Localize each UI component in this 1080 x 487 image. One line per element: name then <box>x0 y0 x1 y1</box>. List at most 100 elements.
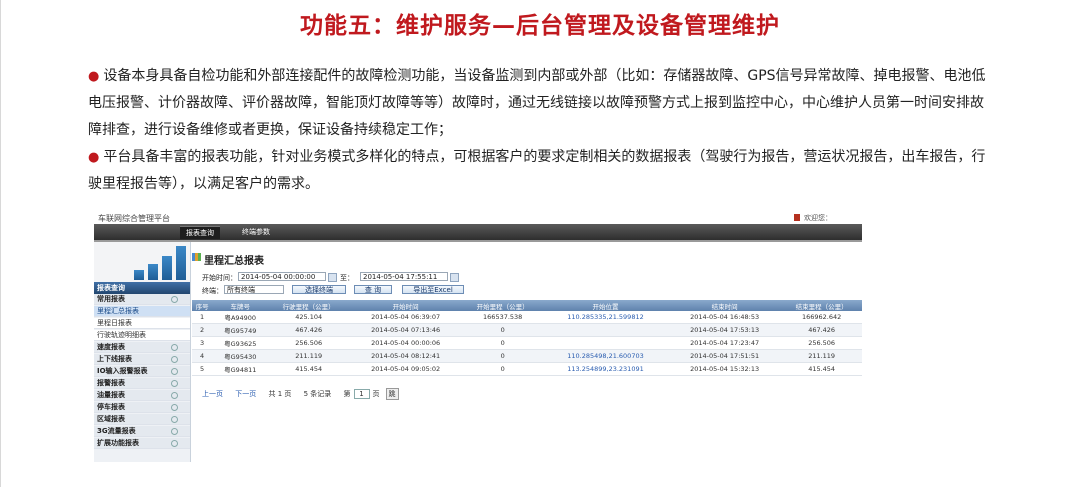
table-cell: 256.506 <box>781 336 862 350</box>
table-cell[interactable] <box>543 323 668 337</box>
go-page-button[interactable]: 跳 <box>385 388 399 400</box>
sidebar-item[interactable]: 3G流量报表 <box>94 426 190 437</box>
column-header: 序号 <box>192 300 213 311</box>
table-row[interactable]: 3 粤G93625 256.506 2014-05-04 00:00:06 0 2014-… <box>192 336 862 350</box>
banner-bar <box>162 256 172 280</box>
table-cell: 2014-05-04 09:05:02 <box>349 362 463 376</box>
column-header: 开始里程（公里） <box>462 300 544 311</box>
expand-icon[interactable] <box>171 296 178 303</box>
sidebar-item[interactable]: 区域报表 <box>94 414 190 425</box>
table-cell: 2014-05-04 00:00:06 <box>349 336 463 350</box>
table-cell: 256.506 <box>268 336 350 350</box>
expand-icon[interactable] <box>171 404 178 411</box>
expand-icon[interactable] <box>171 428 178 435</box>
mileage-table: 序号 车牌号 行驶里程（公里） 开始时间 开始里程（公里） 开始位置 结束时间 结束里程（公里… <box>192 300 862 376</box>
sidebar-item[interactable]: 速度报表 <box>94 342 190 353</box>
table-cell: 425.104 <box>268 311 350 324</box>
table-row[interactable]: 1 粤A94900 425.104 2014-05-04 06:39:07 166537… <box>192 311 862 324</box>
bullet-dot-icon: ● <box>88 69 100 84</box>
table-cell: 2014-05-04 07:13:46 <box>349 323 463 337</box>
page-number-input[interactable]: 1 <box>353 389 370 399</box>
banner-bar <box>134 270 144 280</box>
table-cell[interactable] <box>543 336 668 350</box>
column-header: 开始时间 <box>349 300 463 311</box>
expand-icon[interactable] <box>171 440 178 447</box>
sidebar-item[interactable]: IO输入报警报表 <box>94 366 190 377</box>
table-row[interactable]: 4 粤G95430 211.119 2014-05-04 08:12:41 0 110.2… <box>192 349 862 363</box>
select-terminal-button[interactable]: 选择终端 <box>292 285 346 294</box>
expand-icon[interactable] <box>171 416 178 423</box>
total-pages: 共 1 页 <box>268 390 292 398</box>
sidebar-item[interactable]: 里程日报表 <box>94 318 190 329</box>
table-cell: 211.119 <box>268 349 350 363</box>
prev-page-link[interactable]: 上一页 <box>202 390 223 398</box>
bullet-text: 平台具备丰富的报表功能，针对业务模式多样化的特点，可根据客户的要求定制相关的数据… <box>88 149 986 192</box>
next-page-link[interactable]: 下一页 <box>235 390 256 398</box>
table-cell[interactable]: 113.254899,23.231091 <box>543 362 668 376</box>
table-cell: 415.454 <box>781 362 862 376</box>
table-cell: 2014-05-04 06:39:07 <box>349 311 463 324</box>
sidebar-item[interactable]: 行驶轨迹明细表 <box>94 330 190 341</box>
table-cell: 粤A94900 <box>212 311 269 324</box>
export-excel-button[interactable]: 导出至Excel <box>402 285 464 294</box>
column-header: 结束里程（公里） <box>781 300 862 311</box>
start-time-input[interactable]: 2014-05-04 00:00:00 <box>238 272 326 281</box>
expand-icon[interactable] <box>171 368 178 375</box>
table-cell[interactable]: 110.285335,21.599812 <box>543 311 668 324</box>
sidebar-item[interactable]: 扩展功能报表 <box>94 438 190 449</box>
pagination: 上一页 下一页 共 1 页 5 条记录 第1页跳 <box>202 388 409 400</box>
table-cell: 467.426 <box>268 323 350 337</box>
expand-icon[interactable] <box>171 392 178 399</box>
user-welcome-text: 欢迎您： <box>804 214 832 222</box>
bullet-dot-icon: ● <box>88 150 100 165</box>
expand-icon[interactable] <box>171 380 178 387</box>
banner-bar <box>176 246 186 280</box>
table-row[interactable]: 2 粤G95749 467.426 2014-05-04 07:13:46 0 2014-… <box>192 323 862 337</box>
table-row[interactable]: 5 粤G94811 415.454 2014-05-04 09:05:02 0 113.2… <box>192 362 862 376</box>
bullet-paragraph-reports: ● 平台具备丰富的报表功能，针对业务模式多样化的特点，可根据客户的要求定制相关的数… <box>88 144 988 198</box>
table-cell: 0 <box>462 362 544 376</box>
table-cell: 粤G93625 <box>212 336 269 350</box>
table-cell[interactable]: 110.285498,21.600703 <box>543 349 668 363</box>
table-body: 1 粤A94900 425.104 2014-05-04 06:39:07 166537… <box>192 311 862 376</box>
expand-icon[interactable] <box>171 344 178 351</box>
slide-title: 功能五：维护服务—后台管理及设备管理维护 <box>300 13 780 39</box>
bullet-text: 设备本身具备自检功能和外部连接配件的故障检测功能，当设备监测到内部或外部（比如：… <box>88 68 986 138</box>
sidebar-item[interactable]: 里程汇总报表 <box>94 306 190 317</box>
top-nav-bar: 报表查询 终端参数 <box>94 224 862 240</box>
calendar-icon[interactable] <box>328 273 337 282</box>
column-header: 开始位置 <box>543 300 668 311</box>
terminal-label: 终端： <box>202 287 223 295</box>
table-cell: 4 <box>192 349 213 363</box>
page-label-post: 页 <box>372 390 380 398</box>
tab-terminal-params[interactable]: 终端参数 <box>236 226 276 238</box>
sidebar-item[interactable]: 油量报表 <box>94 390 190 401</box>
app-header: 车联网综合管理平台 欢迎您： <box>94 212 862 224</box>
tab-report-query[interactable]: 报表查询 <box>180 226 220 239</box>
column-header: 车牌号 <box>212 300 269 311</box>
sidebar-item[interactable]: 上下线报表 <box>94 354 190 365</box>
expand-icon[interactable] <box>171 356 178 363</box>
table-cell: 211.119 <box>781 349 862 363</box>
to-label: 至： <box>340 274 354 282</box>
table-cell: 467.426 <box>781 323 862 337</box>
column-header: 行驶里程（公里） <box>268 300 350 311</box>
table-cell: 5 <box>192 362 213 376</box>
banner-bar <box>148 264 158 280</box>
sidebar-item[interactable]: 报警报表 <box>94 378 190 389</box>
table-cell: 2 <box>192 323 213 337</box>
sidebar-item[interactable]: 停车报表 <box>94 402 190 413</box>
calendar-icon[interactable] <box>450 273 459 282</box>
page-jump: 第1页跳 <box>343 388 399 400</box>
table-cell: 2014-05-04 17:53:13 <box>667 323 782 337</box>
page-label-pre: 第 <box>343 390 351 398</box>
table-cell: 2014-05-04 08:12:41 <box>349 349 463 363</box>
query-button[interactable]: 查 询 <box>354 285 392 294</box>
table-cell: 2014-05-04 15:32:13 <box>667 362 782 376</box>
end-time-input[interactable]: 2014-05-04 17:55:11 <box>360 272 448 281</box>
table-cell: 粤G94811 <box>212 362 269 376</box>
sidebar-item[interactable]: 常用报表 <box>94 294 190 305</box>
terminal-select[interactable]: 所有终端 <box>224 285 284 294</box>
slide-left-border <box>0 0 1 487</box>
table-cell: 1 <box>192 311 213 324</box>
